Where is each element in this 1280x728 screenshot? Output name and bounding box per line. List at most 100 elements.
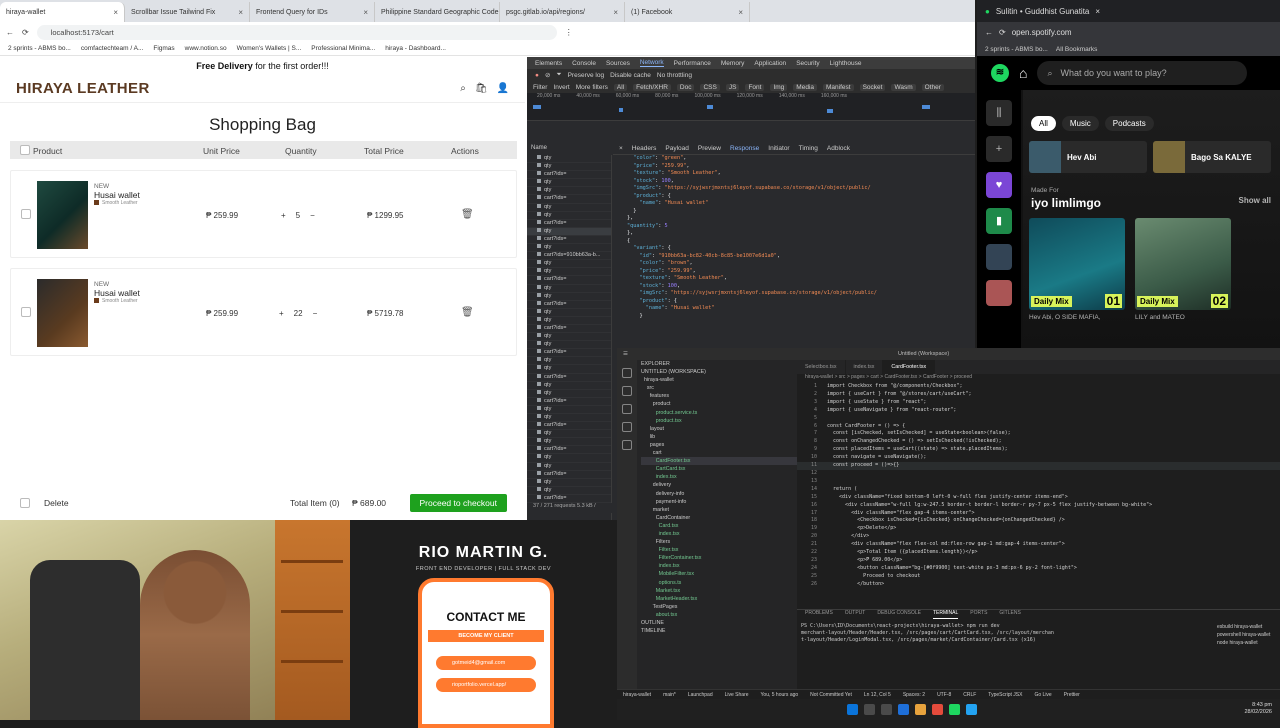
- request-row[interactable]: qty: [527, 187, 611, 196]
- explorer-item[interactable]: index.tsx: [641, 530, 797, 538]
- explorer-item[interactable]: product: [641, 400, 797, 408]
- close-icon[interactable]: ×: [738, 8, 743, 17]
- request-row[interactable]: cart?ids=910bb63a-b...: [527, 252, 611, 261]
- status-item-branch[interactable]: main*: [663, 692, 676, 698]
- bookmark-item[interactable]: www.notion.so: [185, 45, 227, 52]
- request-row[interactable]: qty: [527, 438, 611, 447]
- request-row[interactable]: cart?ids=: [527, 276, 611, 285]
- devtools-tab[interactable]: Security: [796, 60, 819, 67]
- detail-tab[interactable]: Payload: [665, 145, 689, 152]
- bookmark-item[interactable]: 2 sprints - ABMS bo...: [985, 46, 1048, 53]
- explorer-item[interactable]: about.tsx: [641, 611, 797, 619]
- request-row[interactable]: qty: [527, 406, 611, 414]
- response-body[interactable]: "color": "green", "price": "259.99", "te…: [613, 155, 975, 325]
- shortcut-tile[interactable]: Hev Abi: [1029, 141, 1147, 173]
- quantity-value[interactable]: 5: [296, 211, 300, 220]
- liked-songs-icon[interactable]: ♥: [986, 172, 1012, 198]
- panel-tab[interactable]: PROBLEMS: [805, 610, 833, 619]
- taskbar-app-icon[interactable]: [881, 704, 892, 715]
- search-icon[interactable]: ⌕: [460, 83, 466, 94]
- bookmark-item[interactable]: Women's Wallets | S...: [237, 45, 302, 52]
- decrement-button[interactable]: −: [310, 211, 315, 220]
- editor-tab[interactable]: index.tsx: [846, 360, 884, 374]
- status-item[interactable]: TypeScript JSX: [988, 692, 1022, 698]
- row-checkbox[interactable]: [21, 307, 31, 317]
- taskbar-app-icon[interactable]: [932, 704, 943, 715]
- explorer-item[interactable]: cart: [641, 449, 797, 457]
- close-icon[interactable]: ×: [238, 8, 243, 17]
- status-item[interactable]: Spaces: 2: [903, 692, 925, 698]
- request-row[interactable]: cart?ids=: [527, 195, 611, 204]
- request-row[interactable]: qty: [527, 487, 611, 495]
- increment-button[interactable]: +: [281, 211, 286, 220]
- quantity-value[interactable]: 22: [294, 309, 303, 318]
- devtools-tab[interactable]: Sources: [606, 60, 630, 67]
- decrement-button[interactable]: −: [313, 309, 318, 318]
- request-row[interactable]: cart?ids=: [527, 374, 611, 382]
- explorer-item[interactable]: FilterContainer.tsx: [641, 554, 797, 562]
- taskbar-app-icon[interactable]: [898, 704, 909, 715]
- filter-chip[interactable]: Socket: [859, 83, 886, 91]
- artist-thumb[interactable]: [986, 280, 1012, 306]
- invert-toggle[interactable]: Invert: [553, 84, 569, 91]
- detail-tab[interactable]: Preview: [698, 145, 721, 152]
- explorer-icon[interactable]: [622, 368, 632, 378]
- request-row[interactable]: qty: [527, 382, 611, 390]
- plus-icon[interactable]: +: [986, 136, 1012, 162]
- tab-hiraya-wallet[interactable]: hiraya-wallet ×: [0, 2, 125, 22]
- devtools-tab[interactable]: Performance: [674, 60, 711, 67]
- request-row[interactable]: qty: [527, 390, 611, 398]
- tab-psgc-code[interactable]: Philippine Standard Geographic Code×: [375, 2, 500, 22]
- terminal-instance[interactable]: esbuild hiraya-wallet: [1217, 623, 1280, 631]
- filter-chip[interactable]: Other: [921, 83, 944, 91]
- explorer-item[interactable]: TIMELINE: [641, 627, 797, 635]
- close-icon[interactable]: ×: [113, 8, 118, 17]
- devtools-tab[interactable]: Elements: [535, 60, 562, 67]
- bookmark-item[interactable]: 2 sprints - ABMS bo...: [8, 45, 71, 52]
- status-item[interactable]: Prettier: [1064, 692, 1080, 698]
- network-timeline[interactable]: 20,000 ms 40,000 ms 60,000 ms 80,000 ms …: [527, 93, 975, 121]
- filter-chip[interactable]: Img: [770, 83, 788, 91]
- request-row[interactable]: cart?ids=: [527, 171, 611, 180]
- explorer-item[interactable]: layout: [641, 425, 797, 433]
- product-image[interactable]: [37, 181, 88, 249]
- request-row[interactable]: qty: [527, 212, 611, 220]
- request-row[interactable]: qty: [527, 454, 611, 463]
- product-name[interactable]: Husai wallet: [94, 288, 140, 298]
- search-icon[interactable]: [622, 386, 632, 396]
- status-item[interactable]: UTF-8: [937, 692, 951, 698]
- explorer-item[interactable]: index.tsx: [641, 562, 797, 570]
- url-field[interactable]: localhost:5173/cart: [36, 24, 557, 40]
- request-row[interactable]: qty: [527, 317, 611, 325]
- request-row[interactable]: cart?ids=: [527, 325, 611, 334]
- explorer-item[interactable]: CardContainer: [641, 514, 797, 522]
- disable-cache-toggle[interactable]: Disable cache: [610, 72, 651, 79]
- devtools-tab[interactable]: Memory: [721, 60, 744, 67]
- request-row[interactable]: qty: [527, 155, 611, 164]
- devtools-tab[interactable]: Console: [572, 60, 596, 67]
- delete-checkbox[interactable]: [20, 498, 30, 508]
- tab-facebook[interactable]: (1) Facebook ×: [625, 2, 750, 22]
- explorer-item[interactable]: market: [641, 506, 797, 514]
- request-row[interactable]: cart?ids=: [527, 220, 611, 228]
- request-row[interactable]: cart?ids=: [527, 495, 611, 504]
- library-icon[interactable]: ⫼: [986, 100, 1012, 126]
- request-row[interactable]: qty: [527, 365, 611, 374]
- request-row[interactable]: cart?ids=: [527, 471, 611, 479]
- section-user[interactable]: iyo limlimgo: [1031, 196, 1101, 210]
- request-row[interactable]: qty: [527, 333, 611, 342]
- panel-tab[interactable]: GITLENS: [999, 610, 1020, 619]
- reload-icon[interactable]: ⟳: [22, 28, 29, 37]
- explorer-item[interactable]: Market.tsx: [641, 587, 797, 595]
- request-row[interactable]: qty: [527, 285, 611, 293]
- status-item[interactable]: Live Share: [725, 692, 749, 698]
- explorer-item[interactable]: src: [641, 384, 797, 392]
- spotify-logo-icon[interactable]: ≋: [991, 64, 1009, 82]
- close-icon[interactable]: ×: [1095, 7, 1100, 16]
- detail-tab[interactable]: Adblock: [827, 145, 850, 152]
- daily-mix-card[interactable]: Daily Mix 01: [1029, 218, 1125, 310]
- panel-tab[interactable]: OUTPUT: [845, 610, 866, 619]
- explorer-item[interactable]: features: [641, 392, 797, 400]
- home-icon[interactable]: ⌂: [1019, 65, 1027, 81]
- more-filters[interactable]: More filters: [576, 84, 608, 91]
